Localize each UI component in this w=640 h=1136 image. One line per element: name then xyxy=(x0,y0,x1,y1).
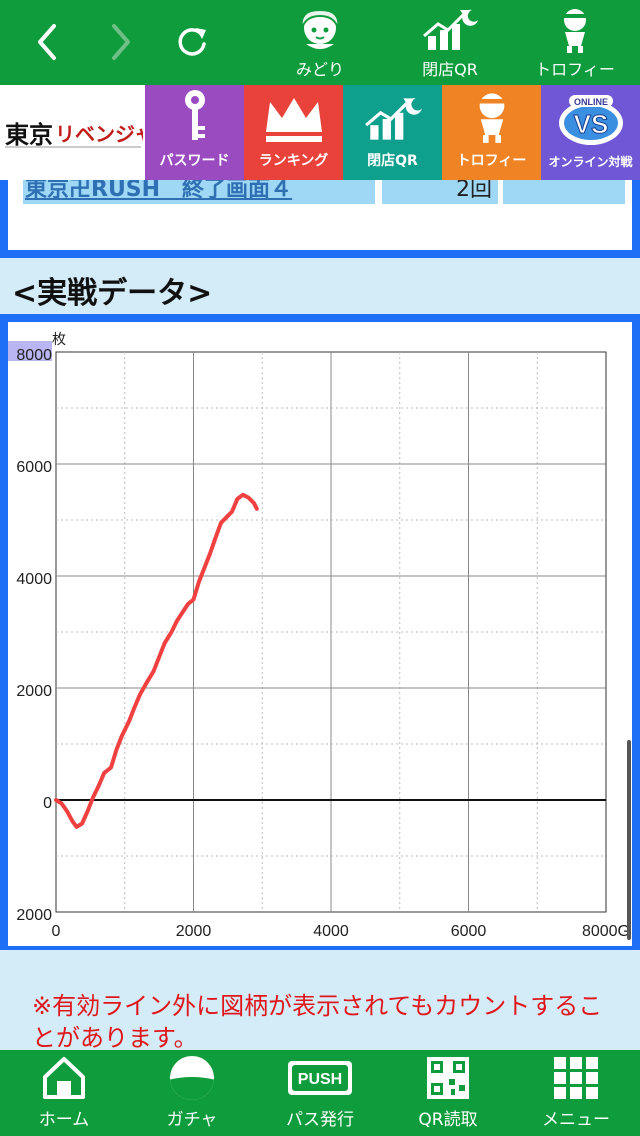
trophy-top-label: トロフィー xyxy=(535,59,615,79)
nav-gacha[interactable]: ガチャ xyxy=(128,1050,256,1136)
svg-text:VS: VS xyxy=(573,109,608,139)
trophy-top-button[interactable]: トロフィー xyxy=(530,0,620,85)
menu-ranking-label: ランキング xyxy=(258,153,329,169)
chart-moon-icon xyxy=(423,9,478,50)
menu-ranking[interactable]: ランキング xyxy=(244,85,343,180)
menu-trophy-label: トロフィー xyxy=(456,153,527,169)
x-tick-label: 8000G xyxy=(582,923,630,940)
y-tick-label: 2000 xyxy=(16,683,52,700)
scrollbar[interactable] xyxy=(627,740,631,940)
table-row-count: 2回 xyxy=(382,180,498,204)
x-tick-label: 2000 xyxy=(176,923,212,940)
menu-online-battle-label: オンライン対戦 xyxy=(548,155,633,169)
character-icon xyxy=(300,8,340,49)
table-row-extra xyxy=(503,180,625,204)
y-tick-label: 0 xyxy=(43,795,52,812)
gacha-ball-icon xyxy=(169,1056,215,1100)
svg-text:リベンジャーズ: リベンジャーズ xyxy=(55,122,143,146)
svg-text:ONLINE: ONLINE xyxy=(573,97,607,107)
svg-text:PUSH: PUSH xyxy=(298,1071,342,1088)
crown-icon xyxy=(265,98,322,142)
qr-code-icon xyxy=(427,1057,469,1099)
menu-online-battle[interactable]: ONLINE VS オンライン対戦 xyxy=(541,85,640,180)
svg-text:東京: 東京 xyxy=(5,120,53,149)
trophy-figure-icon xyxy=(478,93,505,143)
results-table: 東京卍RUSH 終了画面４ 2回 xyxy=(8,180,632,250)
nav-home-label: ホーム xyxy=(38,1110,90,1130)
forward-arrow-icon[interactable] xyxy=(100,22,140,62)
nav-gacha-label: ガチャ xyxy=(166,1110,218,1130)
y-tick-label: 4000 xyxy=(16,571,52,588)
x-tick-label: 0 xyxy=(52,923,61,940)
nav-qr-read[interactable]: QR読取 xyxy=(384,1050,512,1136)
y-unit-label: 枚 xyxy=(52,332,66,348)
home-icon xyxy=(43,1057,85,1099)
nav-pass-issue-label: パス発行 xyxy=(286,1110,354,1130)
results-table-panel: 東京卍RUSH 終了画面４ 2回 xyxy=(0,180,640,258)
push-icon: PUSH xyxy=(288,1061,352,1095)
menu-strip: 東京 リベンジャーズ パスワード ランキング 閉店QR xyxy=(0,85,640,180)
chart-moon-icon xyxy=(364,98,422,140)
bottom-nav: ホーム ガチャ PUSH パス発行 QR読取 メニュー xyxy=(0,1050,640,1136)
nav-qr-read-label: QR読取 xyxy=(418,1110,478,1130)
table-row-name-link[interactable]: 東京卍RUSH 終了画面４ xyxy=(23,180,375,204)
menu-closing-qr[interactable]: 閉店QR xyxy=(343,85,442,180)
x-tick-label: 6000 xyxy=(451,923,487,940)
menu-password[interactable]: パスワード xyxy=(145,85,244,180)
trophy-figure-icon xyxy=(563,8,587,53)
menu-closing-qr-label: 閉店QR xyxy=(367,153,418,169)
section-title: <実戦データ> xyxy=(12,276,213,311)
key-icon xyxy=(184,90,205,140)
menu-trophy[interactable]: トロフィー xyxy=(442,85,541,180)
y-tick-label: 8000 xyxy=(16,347,52,364)
nav-menu-label: メニュー xyxy=(542,1110,610,1130)
midori-label: みどり xyxy=(295,59,344,79)
nav-menu[interactable]: メニュー xyxy=(512,1050,640,1136)
closing-qr-top-button[interactable]: 閉店QR xyxy=(405,0,495,85)
notice-text: ※有効ライン外に図柄が表示されてもカウントすることがあります。 xyxy=(32,992,603,1052)
nav-home[interactable]: ホーム xyxy=(0,1050,128,1136)
y-tick-label: 2000 xyxy=(16,907,52,924)
back-arrow-icon[interactable] xyxy=(28,22,68,62)
chart-area: 8000 6000 4000 2000 0 2000 枚 0 2000 4000 6000 8000G xyxy=(8,322,632,946)
midori-button[interactable]: みどり xyxy=(280,0,360,85)
line-chart: 800060004000200002000枚0 2000 4000 6000 8000G xyxy=(8,332,630,940)
nav-pass-issue[interactable]: PUSH パス発行 xyxy=(256,1050,384,1136)
grid-menu-icon xyxy=(554,1057,598,1099)
vs-badge-icon: ONLINE VS xyxy=(558,95,623,145)
reload-icon[interactable] xyxy=(172,22,212,62)
y-tick-label: 6000 xyxy=(16,459,52,476)
menu-password-label: パスワード xyxy=(159,153,230,169)
top-bar: みどり 閉店QR トロフィー xyxy=(0,0,640,85)
tokyo-revengers-logo: 東京 リベンジャーズ xyxy=(0,85,145,180)
chart-panel: 8000 6000 4000 2000 0 2000 枚 0 2000 4000 6000 8000G xyxy=(0,314,640,950)
x-tick-label: 4000 xyxy=(313,923,349,940)
closing-qr-top-label: 閉店QR xyxy=(422,59,478,79)
